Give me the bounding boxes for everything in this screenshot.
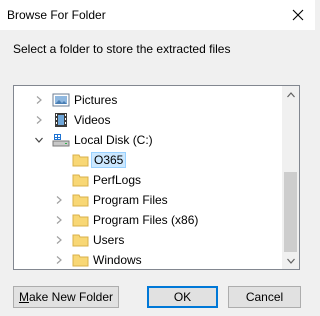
window-title: Browse For Folder <box>7 8 106 22</box>
tree-item-label: Program Files (x86) <box>93 213 199 227</box>
tree-item-program-files-x86[interactable]: Program Files (x86) <box>14 210 284 230</box>
folder-tree[interactable]: Pictures Videos Local Disk (C:) O365 Per… <box>13 85 300 270</box>
chevron-right-icon[interactable] <box>54 215 64 225</box>
tree-item-label: Users <box>93 233 125 247</box>
tree-item-perflogs[interactable]: PerfLogs <box>14 170 284 190</box>
close-icon <box>292 9 304 21</box>
ok-button[interactable]: OK <box>147 286 218 308</box>
title-bar: Browse For Folder <box>0 0 315 30</box>
scrollbar-thumb[interactable] <box>284 172 297 252</box>
vertical-scrollbar[interactable] <box>282 86 299 269</box>
chevron-right-icon[interactable] <box>54 235 64 245</box>
chevron-right-icon[interactable] <box>34 95 44 105</box>
folder-icon <box>72 172 90 188</box>
make-new-folder-button[interactable]: Make New Folder <box>13 286 119 308</box>
chevron-down-icon <box>286 258 295 264</box>
drive-icon <box>52 132 70 148</box>
tree-item-label: Videos <box>74 113 111 127</box>
tree-item-users[interactable]: Users <box>14 230 284 250</box>
cancel-button[interactable]: Cancel <box>228 286 301 308</box>
chevron-down-icon[interactable] <box>34 135 44 145</box>
tree-item-label: Local Disk (C:) <box>74 133 153 147</box>
mnemonic-letter: M <box>18 290 29 304</box>
tree-item-o365[interactable]: O365 <box>14 150 284 170</box>
scroll-up-button[interactable] <box>282 86 299 103</box>
chevron-up-icon <box>286 91 295 97</box>
tree-item-label: O365 <box>91 152 127 168</box>
tree-item-label: Program Files <box>93 193 168 207</box>
folder-icon <box>72 252 90 268</box>
tree-item-program-files[interactable]: Program Files <box>14 190 284 210</box>
button-label: Make New Folder <box>19 290 113 304</box>
tree-item-local-disk[interactable]: Local Disk (C:) <box>14 130 284 150</box>
button-label: OK <box>173 290 192 304</box>
tree-item-label: Pictures <box>74 93 118 107</box>
button-label: Cancel <box>245 290 284 304</box>
tree-item-label: Windows <box>93 253 142 267</box>
button-label-rest: ake New Folder <box>28 290 114 304</box>
tree-item-pictures[interactable]: Pictures <box>14 90 284 110</box>
folder-icon <box>72 152 90 168</box>
videos-icon <box>52 112 70 128</box>
pictures-icon <box>52 92 70 108</box>
close-button[interactable] <box>281 0 315 30</box>
chevron-right-icon[interactable] <box>54 195 64 205</box>
instruction-text: Select a folder to store the extracted f… <box>13 42 231 56</box>
tree-item-videos[interactable]: Videos <box>14 110 284 130</box>
tree-item-windows[interactable]: Windows <box>14 250 284 269</box>
folder-icon <box>72 212 90 228</box>
chevron-right-icon[interactable] <box>54 255 64 265</box>
folder-icon <box>72 192 90 208</box>
chevron-right-icon[interactable] <box>34 115 44 125</box>
scroll-down-button[interactable] <box>282 252 299 269</box>
folder-icon <box>72 232 90 248</box>
tree-item-label: PerfLogs <box>93 173 142 187</box>
